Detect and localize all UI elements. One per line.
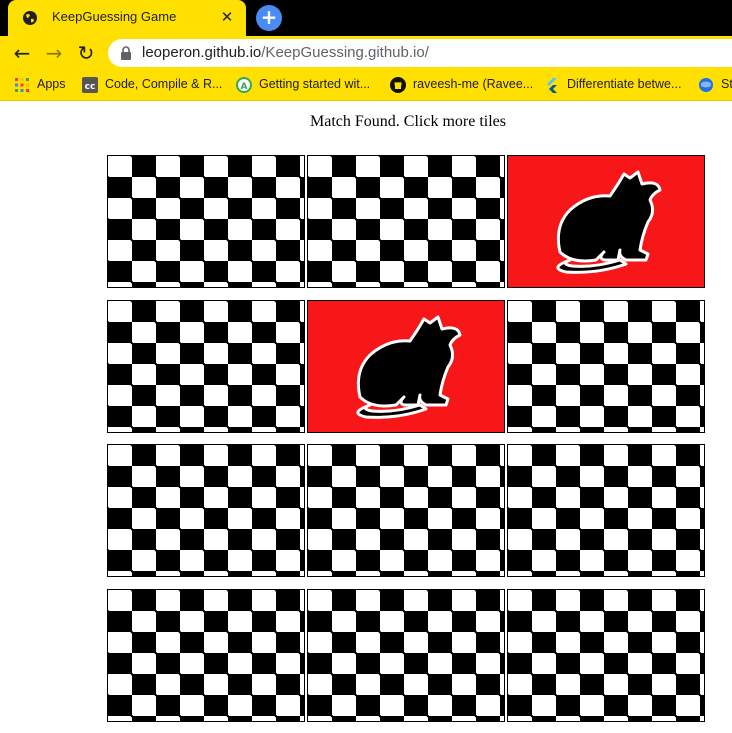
tile[interactable] xyxy=(107,300,305,433)
tile[interactable] xyxy=(307,300,505,433)
tab-close-icon[interactable]: ✕ xyxy=(218,8,236,26)
url-host: leoperon.github.io xyxy=(142,44,262,61)
tile[interactable] xyxy=(507,444,705,577)
url-path: /KeepGuessing.github.io/ xyxy=(261,44,429,61)
flutter-icon xyxy=(547,78,557,93)
tile[interactable] xyxy=(107,589,305,722)
tile[interactable] xyxy=(507,589,705,722)
cat-icon xyxy=(556,170,662,274)
svg-text:cc: cc xyxy=(85,82,96,92)
url-text: leoperon.github.io/KeepGuessing.github.i… xyxy=(142,44,429,61)
lock-icon xyxy=(121,46,131,60)
svg-text:A: A xyxy=(241,82,248,92)
tile[interactable] xyxy=(307,155,505,288)
tile[interactable] xyxy=(307,589,505,722)
tile[interactable] xyxy=(307,444,505,577)
address-bar[interactable]: leoperon.github.io/KeepGuessing.github.i… xyxy=(108,39,732,67)
green-a-icon: A xyxy=(236,77,252,93)
bookmark-label: Code, Compile & R... xyxy=(105,77,223,91)
back-arrow-icon[interactable]: ← xyxy=(10,41,34,65)
tile[interactable] xyxy=(107,155,305,288)
forward-arrow-icon[interactable]: → xyxy=(42,41,66,65)
bookmark-label: Differentiate betwe... xyxy=(567,77,682,91)
tile[interactable] xyxy=(107,444,305,577)
status-message: Match Found. Click more tiles xyxy=(310,113,506,130)
bookmarks-bar: Apps cc Code, Compile & R... A Getting s… xyxy=(0,70,732,101)
tab-strip: KeepGuessing Game ✕ + xyxy=(0,0,732,36)
bookmark-label: Apps xyxy=(37,77,66,91)
apps-grid-icon xyxy=(15,78,29,92)
globe-icon xyxy=(699,78,713,92)
tile[interactable] xyxy=(507,155,705,288)
reload-icon[interactable]: ↻ xyxy=(74,41,98,65)
bookmark-label: Getting started wit... xyxy=(259,77,371,91)
browser-tab[interactable]: KeepGuessing Game ✕ xyxy=(8,0,246,36)
new-tab-button[interactable]: + xyxy=(256,5,282,31)
cc-icon: cc xyxy=(82,77,98,93)
cat-icon xyxy=(356,315,462,419)
globe-favicon-icon xyxy=(23,11,37,25)
tab-title: KeepGuessing Game xyxy=(52,9,177,24)
bookmark-label: raveesh-me (Ravee... xyxy=(413,77,534,91)
tile[interactable] xyxy=(507,300,705,433)
github-icon xyxy=(390,77,406,93)
browser-toolbar: ← → ↻ leoperon.github.io/KeepGuessing.gi… xyxy=(0,36,732,70)
bookmark-label: St xyxy=(721,77,732,91)
